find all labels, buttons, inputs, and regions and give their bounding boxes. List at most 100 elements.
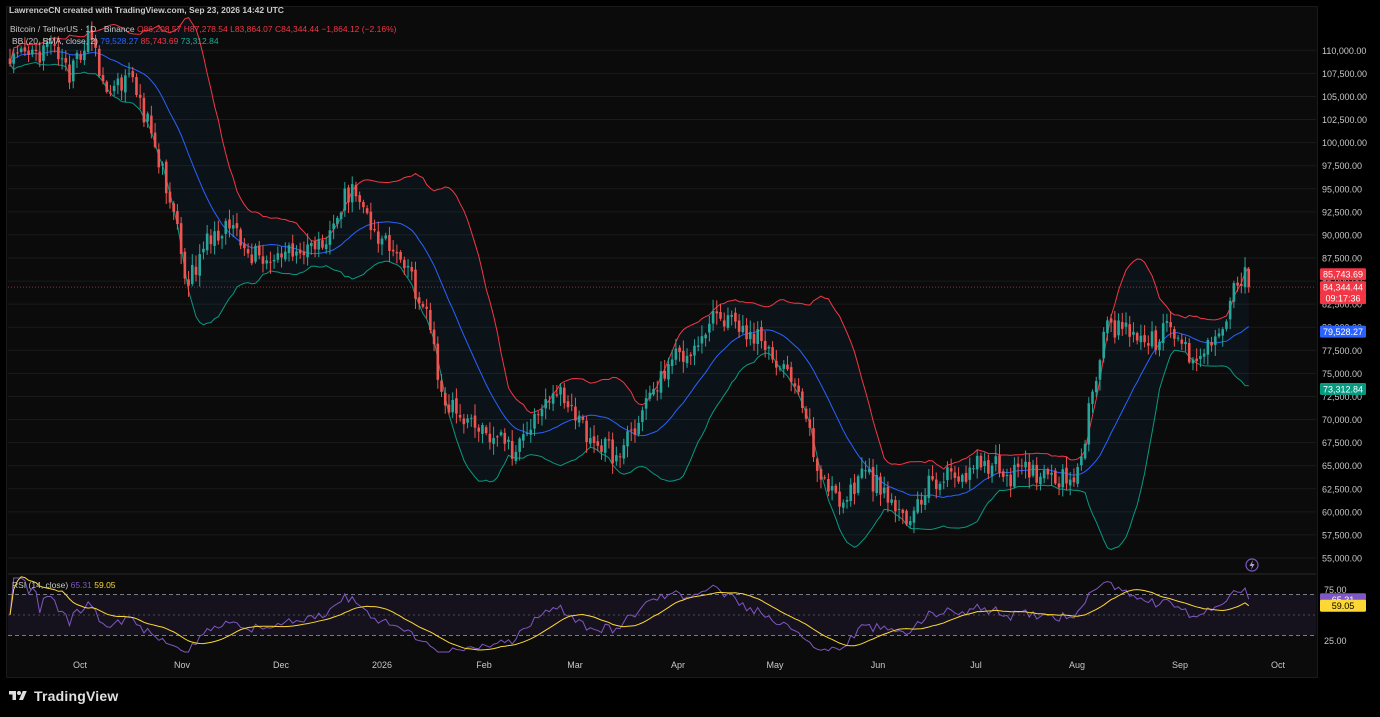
candle-body (897, 508, 901, 510)
candle-body (581, 416, 585, 420)
candle-body (507, 439, 510, 443)
candle-body (726, 315, 730, 328)
y-tick-label: 75,000.00 (1322, 369, 1362, 379)
y-tick-label: 55,000.00 (1322, 554, 1362, 564)
symbol-name[interactable]: Bitcoin / TetherUS · 1D · Binance (10, 24, 135, 34)
candle-body (834, 485, 838, 493)
candle-body (365, 208, 369, 214)
candle-body (8, 58, 12, 65)
candle-body (42, 45, 45, 61)
candle-body (380, 238, 384, 245)
candle-body (856, 476, 860, 493)
candle-body (763, 340, 767, 350)
candle-body (321, 240, 324, 248)
y-tick-label: 87,500.00 (1322, 254, 1362, 264)
tradingview-logo-text: TradingView (34, 688, 119, 704)
candle-body (142, 97, 146, 123)
candle-body (693, 345, 696, 356)
candle-body (548, 401, 551, 403)
candle-body (875, 475, 879, 494)
bb-label[interactable]: BB (20, SMA, close, 2) (12, 36, 98, 46)
candle-body (804, 408, 808, 419)
price-axis[interactable]: 110,000.00 107,500.00 105,000.00 102,500.00… (1322, 46, 1367, 564)
candle-body (920, 499, 923, 505)
candle-body (987, 460, 990, 474)
candle-body (559, 387, 562, 395)
candle-body (302, 251, 306, 256)
candle-body (1135, 333, 1139, 341)
candle-body (808, 419, 812, 428)
candle-body (458, 414, 462, 418)
lightning-icon[interactable] (1245, 558, 1259, 572)
candle-body (109, 92, 112, 94)
candle-body (481, 425, 484, 434)
candle-body (269, 261, 272, 263)
rsi-pane: 75.0025.00 (8, 576, 1347, 653)
candle-body (819, 468, 823, 480)
candle-body (484, 427, 488, 434)
x-tick-label: Mar (567, 660, 583, 670)
candle-body (629, 429, 633, 431)
candle-body (503, 432, 507, 444)
candle-body (741, 325, 745, 333)
y-tick-label: 102,500.00 (1322, 115, 1367, 125)
candle-body (1057, 483, 1061, 488)
candle-body (540, 409, 544, 417)
x-tick-label: 2026 (372, 660, 392, 670)
candle-body (157, 149, 161, 168)
candle-body (815, 458, 819, 471)
candle-body (27, 50, 30, 55)
candle-body (1184, 341, 1187, 345)
candle-body (994, 456, 998, 465)
rsi-label[interactable]: RSI (14, close) (12, 580, 68, 590)
candle-body (964, 472, 968, 482)
symbol-line[interactable]: Bitcoin / TetherUS · 1D · Binance O86,20… (10, 24, 396, 35)
candle-body (198, 254, 202, 276)
bb-legend[interactable]: BB (20, SMA, close, 2) 79,528.27 85,743.… (12, 36, 219, 47)
candle-body (771, 347, 774, 360)
candle-body (496, 436, 499, 438)
candle-body (775, 360, 778, 368)
candle-body (667, 364, 670, 380)
candle-body (246, 249, 250, 254)
candle-body (641, 410, 644, 423)
candle-body (172, 203, 175, 212)
rsi-legend[interactable]: RSI (14, close) 65.31 59.05 (12, 580, 116, 591)
candle-body (696, 345, 700, 347)
candle-body (633, 428, 637, 435)
candle-body (622, 445, 626, 459)
candle-body (1132, 331, 1135, 335)
candle-body (250, 254, 254, 264)
candle-body (295, 251, 298, 256)
candle-body (1113, 320, 1117, 338)
candle-body (116, 78, 120, 86)
candle-body (399, 251, 402, 260)
candle-body (1217, 333, 1221, 337)
candle-body (1046, 469, 1050, 475)
candle-body (1087, 403, 1091, 445)
candle-body (525, 433, 529, 435)
price-chart[interactable]: 110,000.00 107,500.00 105,000.00 102,500.00… (0, 0, 1380, 717)
candle-body (336, 217, 339, 225)
candle-body (473, 415, 477, 428)
time-axis[interactable]: Oct Nov Dec 2026 Feb Mar Apr May Jun Jul Aug Sep Oct (73, 660, 1286, 670)
candle-body (153, 132, 157, 148)
candle-body (291, 243, 295, 257)
candle-body (1169, 322, 1172, 328)
bb-upper-value: 85,743.69 (140, 36, 179, 46)
candle-body (529, 429, 533, 435)
x-tick-label: May (766, 660, 784, 670)
candle-body (190, 264, 194, 284)
tradingview-branding[interactable]: TradingView (8, 686, 118, 706)
candle-body (19, 48, 23, 53)
candle-body (577, 415, 581, 423)
candle-body (685, 355, 689, 364)
candle-body (97, 48, 101, 76)
candle-body (786, 364, 789, 370)
candle-body (1024, 461, 1027, 468)
candle-body (853, 482, 856, 494)
candle-body (1061, 469, 1065, 488)
candle-body (1080, 456, 1083, 466)
candle-body (607, 439, 611, 441)
candle-body (1102, 331, 1105, 359)
